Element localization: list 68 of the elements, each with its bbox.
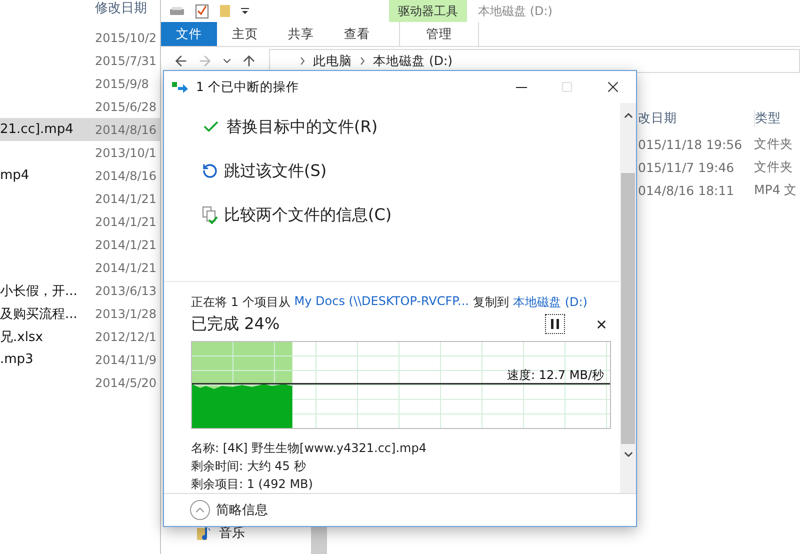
option-link[interactable]: 替换目标中的文件(R) xyxy=(202,109,620,145)
file-date: 015/11/7 19:46 xyxy=(637,160,736,175)
file-date: 2013/1/28 xyxy=(95,306,157,320)
file-date: 2015/10/2 xyxy=(95,30,157,44)
file-date: 2014/5/20 xyxy=(95,376,157,390)
percent-complete: 已完成 24% xyxy=(191,314,281,334)
context-group-label: 驱动器工具 xyxy=(389,0,467,22)
scrollbar-thumb[interactable] xyxy=(621,173,635,444)
file-date: 2014/1/21 xyxy=(95,260,157,274)
dialog-title: 1 个已中断的操作 xyxy=(196,78,300,96)
redo-arrow-icon xyxy=(202,163,218,179)
target-link[interactable]: 本地磁盘 (D:) xyxy=(513,294,588,311)
checkbox-icon[interactable] xyxy=(195,3,209,19)
file-date: 2015/7/31 xyxy=(95,54,157,68)
file-type: 文件夹 xyxy=(754,159,793,176)
copy-arrow-icon xyxy=(172,81,188,93)
file-date: 2014/1/21 xyxy=(95,192,157,206)
file-date: 2014/8/16 xyxy=(95,168,157,182)
less-details-button[interactable]: 简略信息 xyxy=(190,500,268,520)
file-date: 015/11/18 19:56 xyxy=(637,137,744,152)
file-name: 21.cc].mp4 xyxy=(0,122,74,137)
file-type: 文件夹 xyxy=(754,136,793,153)
detail-text: 剩余项目: 1 (492 MB) xyxy=(191,476,314,493)
minimize-icon xyxy=(516,86,526,88)
file-name: .mp3 xyxy=(0,352,34,367)
file-date: 2014/11/9 xyxy=(95,352,157,366)
breadcrumb-item[interactable]: 本地磁盘 (D:) xyxy=(373,52,453,70)
source-link[interactable]: My Docs (\\DESKTOP-RVCFP... xyxy=(294,294,469,311)
file-name: mp4 xyxy=(0,168,30,183)
ribbon-tab[interactable]: 管理 xyxy=(399,22,479,46)
breadcrumb-item[interactable]: 此电脑 xyxy=(313,52,352,70)
file-date: 2015/6/28 xyxy=(95,100,157,114)
chevron-right-icon xyxy=(300,57,305,65)
file-date: 2014/1/21 xyxy=(95,238,157,252)
drive-icon[interactable] xyxy=(169,6,185,16)
window-title: 本地磁盘 (D:) xyxy=(478,2,552,20)
maximize-icon xyxy=(561,81,573,93)
up-arrow-icon[interactable] xyxy=(241,53,257,69)
option-link[interactable]: 比较两个文件的信息(C) xyxy=(202,197,620,233)
chevron-right-icon xyxy=(360,57,365,65)
file-date: 014/8/16 18:11 xyxy=(637,183,736,198)
pause-icon xyxy=(551,319,559,329)
file-name: 小长假，开... xyxy=(0,282,78,300)
detail-text: 剩余时间: 大约 45 秒 xyxy=(191,458,307,475)
file-row[interactable]: 21.cc].mp4 2014/8/16 xyxy=(0,118,160,141)
file-date: 2014/1/21 xyxy=(95,214,157,228)
column-header[interactable]: 类型 xyxy=(755,110,781,126)
nav-item[interactable]: 音乐 xyxy=(161,524,311,542)
file-date: 2015/9/8 xyxy=(95,76,149,90)
file-name: 兄.xlsx xyxy=(0,328,44,346)
copy-status-text: 正在将 1 个项目从 My Docs (\\DESKTOP-RVCFP... 复制到 本地磁盘 (D:) xyxy=(191,294,588,311)
file-name: 及购买流程... xyxy=(0,306,78,322)
file-date: 2014/8/16 xyxy=(95,122,157,136)
music-folder-icon xyxy=(197,525,213,541)
option-link[interactable]: 跳过该文件(S) xyxy=(202,153,620,189)
column-header[interactable]: 修改日期 xyxy=(95,0,147,17)
file-type: MP4 文 xyxy=(754,182,798,199)
ribbon-tab[interactable]: 文件 xyxy=(161,22,217,46)
documents-check-icon xyxy=(202,206,218,224)
file-date: 2013/10/1 xyxy=(95,146,157,160)
dropdown-icon[interactable] xyxy=(241,7,249,15)
file-date: 2013/6/13 xyxy=(95,284,157,298)
speed-label: 速度: 12.7 MB/秒 xyxy=(506,367,604,384)
detail-text: 名称: [4K] 野生生物[www.y4321.cc].mp4 xyxy=(191,440,428,457)
pause-button[interactable] xyxy=(545,314,565,334)
close-icon[interactable] xyxy=(595,318,608,330)
scrollbar[interactable] xyxy=(620,103,636,493)
file-date: 2012/12/1 xyxy=(95,330,157,344)
